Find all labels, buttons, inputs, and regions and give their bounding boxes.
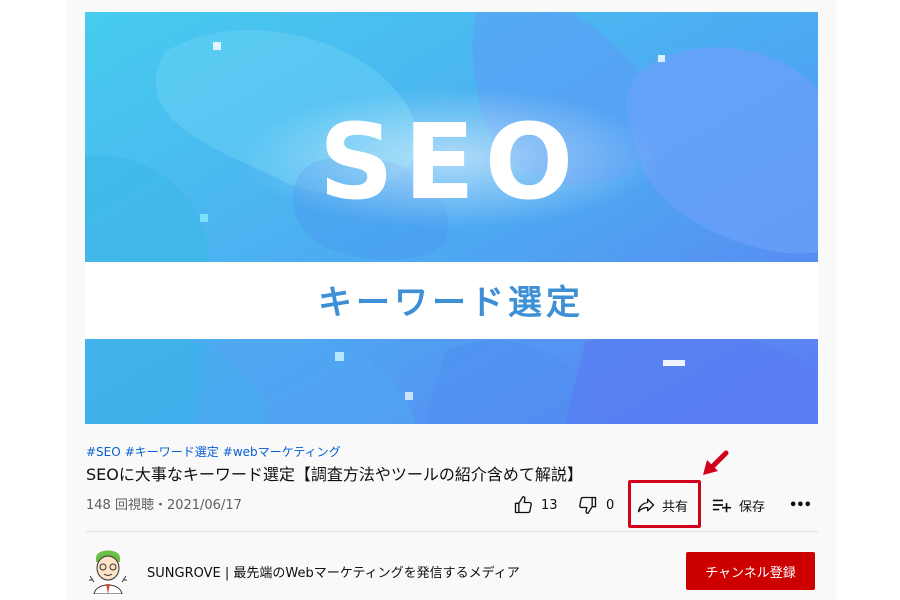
avatar-illustration [89, 550, 127, 595]
channel-avatar[interactable] [86, 546, 130, 595]
dislike-count: 0 [606, 497, 615, 513]
section-divider [86, 531, 818, 532]
dislike-button[interactable]: 0 [578, 494, 614, 516]
share-highlight-box [628, 480, 701, 528]
thumbs-down-icon [579, 496, 597, 514]
subscribe-button[interactable]: チャンネル登録 [686, 552, 815, 590]
more-icon: ••• [789, 497, 812, 513]
playlist-add-icon [712, 499, 732, 513]
thumbnail-headline: SEO [319, 101, 583, 223]
hashtag-link[interactable]: #webマーケティング [223, 445, 341, 459]
more-actions-button[interactable]: ••• [789, 494, 812, 516]
save-button[interactable]: 保存 [711, 494, 765, 516]
thumbnail-art: SEO キーワード選定 [85, 12, 818, 424]
channel-name[interactable]: SUNGROVE | 最先端のWebマーケティングを発信するメディア [147, 562, 520, 581]
view-count-date: 148 回視聴・2021/06/17 [86, 498, 242, 513]
like-count: 13 [541, 497, 558, 513]
hashtag-link[interactable]: #キーワード選定 [125, 445, 219, 459]
video-thumbnail[interactable]: SEO キーワード選定 [85, 12, 818, 424]
hashtag-link[interactable]: #SEO [86, 445, 121, 459]
thumbs-up-icon [514, 496, 532, 514]
video-title: SEOに大事なキーワード選定【調査方法やツールの紹介含めて解説】 [86, 465, 583, 484]
save-label: 保存 [739, 499, 766, 515]
hashtag-list: #SEO #キーワード選定 #webマーケティング [86, 443, 345, 460]
thumbnail-subtitle: キーワード選定 [318, 283, 584, 323]
annotation-arrow-icon [703, 450, 729, 475]
like-button[interactable]: 13 [513, 494, 558, 516]
